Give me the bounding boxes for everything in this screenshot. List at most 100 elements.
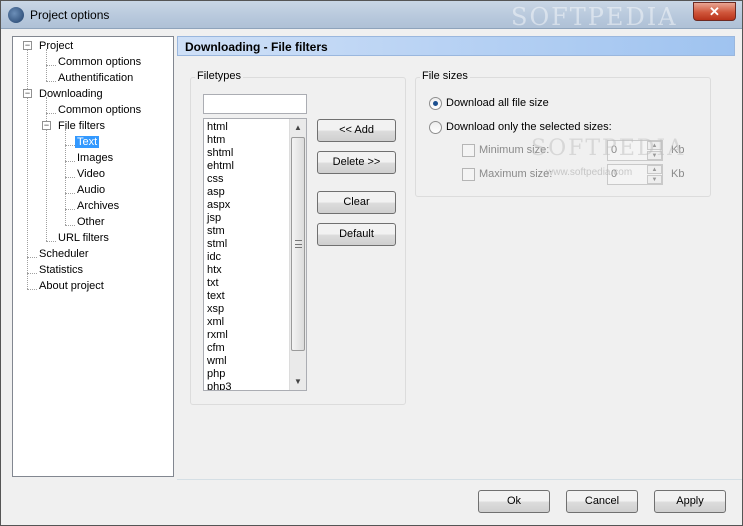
tree-item-authentification[interactable]: Authentification (56, 71, 135, 86)
collapse-file-filters-icon[interactable]: − (42, 121, 51, 130)
tree-connector (65, 193, 75, 194)
tree-item-statistics[interactable]: Statistics (37, 263, 85, 278)
list-item[interactable]: aspx (207, 199, 289, 212)
tree-item-project[interactable]: Project (37, 39, 75, 54)
tree-item-label: Statistics (39, 264, 84, 276)
tree-item-label: URL filters (58, 232, 109, 244)
ok-button[interactable]: Ok (478, 490, 550, 513)
tree-item-downloading-common-options[interactable]: Common options (56, 103, 143, 118)
list-item[interactable]: stml (207, 238, 289, 251)
default-button[interactable]: Default (317, 223, 396, 246)
tree-item-label: Video (77, 168, 105, 180)
window-title: Project options (30, 8, 110, 22)
tree-item-url-filters[interactable]: URL filters (56, 231, 111, 246)
list-item[interactable]: htm (207, 134, 289, 147)
tree-item-common-options[interactable]: Common options (56, 55, 143, 70)
scroll-up-icon[interactable]: ▲ (290, 119, 306, 136)
tree-connector (65, 209, 75, 210)
tree-item-file-filters[interactable]: File filters (56, 119, 107, 134)
tree-item-about-project[interactable]: About project (37, 279, 106, 294)
download-selected-label: Download only the selected sizes: (446, 121, 612, 133)
clear-button[interactable]: Clear (317, 191, 396, 214)
list-item[interactable]: wml (207, 355, 289, 368)
tree-item-other[interactable]: Other (75, 215, 107, 230)
project-options-window: Project options SOFTPEDIA ✕ − − − Projec… (0, 0, 743, 526)
spin-down-icon[interactable]: ▼ (647, 175, 662, 184)
footer-divider (177, 479, 742, 480)
tree-item-label: Common options (58, 104, 142, 116)
scroll-down-icon[interactable]: ▼ (290, 373, 306, 390)
tree-item-text[interactable]: Text (75, 135, 100, 150)
tree-item-label: About project (39, 280, 104, 292)
list-item[interactable]: xsp (207, 303, 289, 316)
tree-item-label: Scheduler (39, 248, 89, 260)
tree-item-audio[interactable]: Audio (75, 183, 107, 198)
file-sizes-group-label: File sizes (420, 70, 470, 82)
delete-button[interactable]: Delete >> (317, 151, 396, 174)
list-item[interactable]: ehtml (207, 160, 289, 173)
tree-item-label: File filters (58, 120, 106, 132)
list-item[interactable]: php3 (207, 381, 289, 390)
list-item[interactable]: css (207, 173, 289, 186)
tree-item-label: Downloading (39, 88, 103, 100)
list-item[interactable]: php (207, 368, 289, 381)
filetype-input[interactable] (203, 94, 307, 114)
options-tree[interactable]: − − − Project Common options Authentific… (12, 36, 174, 477)
list-item[interactable]: jsp (207, 212, 289, 225)
tree-connector (46, 241, 56, 242)
scrollbar-thumb[interactable] (291, 137, 305, 351)
tree-connector (27, 49, 28, 289)
tree-connector (65, 145, 75, 146)
tree-item-label: Project (39, 40, 74, 52)
list-item[interactable]: cfm (207, 342, 289, 355)
tree-item-scheduler[interactable]: Scheduler (37, 247, 91, 262)
tree-item-label: Archives (77, 200, 120, 212)
apply-button[interactable]: Apply (654, 490, 726, 513)
list-item[interactable]: stm (207, 225, 289, 238)
filetypes-list-items: html htm shtml ehtml css asp aspx jsp stm stml idc… (207, 121, 289, 390)
section-header: Downloading - File filters (177, 36, 735, 56)
watermark-url: www.softpedia.com (546, 167, 633, 178)
tree-item-video[interactable]: Video (75, 167, 107, 182)
list-item[interactable]: rxml (207, 329, 289, 342)
tree-item-images[interactable]: Images (75, 151, 115, 166)
tree-item-label: Text (75, 136, 100, 148)
tree-item-label: Other (77, 216, 105, 228)
list-item[interactable]: shtml (207, 147, 289, 160)
list-item[interactable]: text (207, 290, 289, 303)
tree-connector (27, 289, 37, 290)
tree-item-label: Audio (77, 184, 106, 196)
filetypes-scrollbar[interactable]: ▲ ▼ (289, 119, 306, 390)
list-item[interactable]: htx (207, 264, 289, 277)
list-item[interactable]: xml (207, 316, 289, 329)
close-button[interactable]: ✕ (693, 2, 736, 21)
tree-item-label: Images (77, 152, 114, 164)
tree-item-label: Common options (58, 56, 142, 68)
list-item[interactable]: asp (207, 186, 289, 199)
title-bar[interactable]: Project options SOFTPEDIA ✕ (1, 1, 742, 31)
tree-item-downloading[interactable]: Downloading (37, 87, 105, 102)
list-item[interactable]: idc (207, 251, 289, 264)
maximum-size-label: Maximum size: (479, 168, 553, 180)
radio-checked-icon[interactable] (429, 97, 442, 110)
cancel-button[interactable]: Cancel (566, 490, 638, 513)
checkbox-icon[interactable] (462, 168, 475, 181)
collapse-project-icon[interactable]: − (23, 41, 32, 50)
tree-connector (46, 97, 47, 241)
list-item[interactable]: txt (207, 277, 289, 290)
tree-connector (65, 225, 75, 226)
section-title: Downloading - File filters (185, 40, 328, 54)
tree-item-archives[interactable]: Archives (75, 199, 121, 214)
checkbox-icon[interactable] (462, 144, 475, 157)
list-item[interactable]: html (207, 121, 289, 134)
add-button[interactable]: << Add (317, 119, 396, 142)
spin-up-icon[interactable]: ▲ (647, 165, 662, 174)
tree-connector (46, 113, 56, 114)
collapse-downloading-icon[interactable]: − (23, 89, 32, 98)
radio-unchecked-icon[interactable] (429, 121, 442, 134)
filetypes-list[interactable]: html htm shtml ehtml css asp aspx jsp stm stml idc… (203, 118, 307, 391)
tree-connector (65, 177, 75, 178)
watermark: SOFTPEDIA (531, 136, 686, 161)
download-all-label: Download all file size (446, 97, 549, 109)
tree-connector (46, 65, 56, 66)
